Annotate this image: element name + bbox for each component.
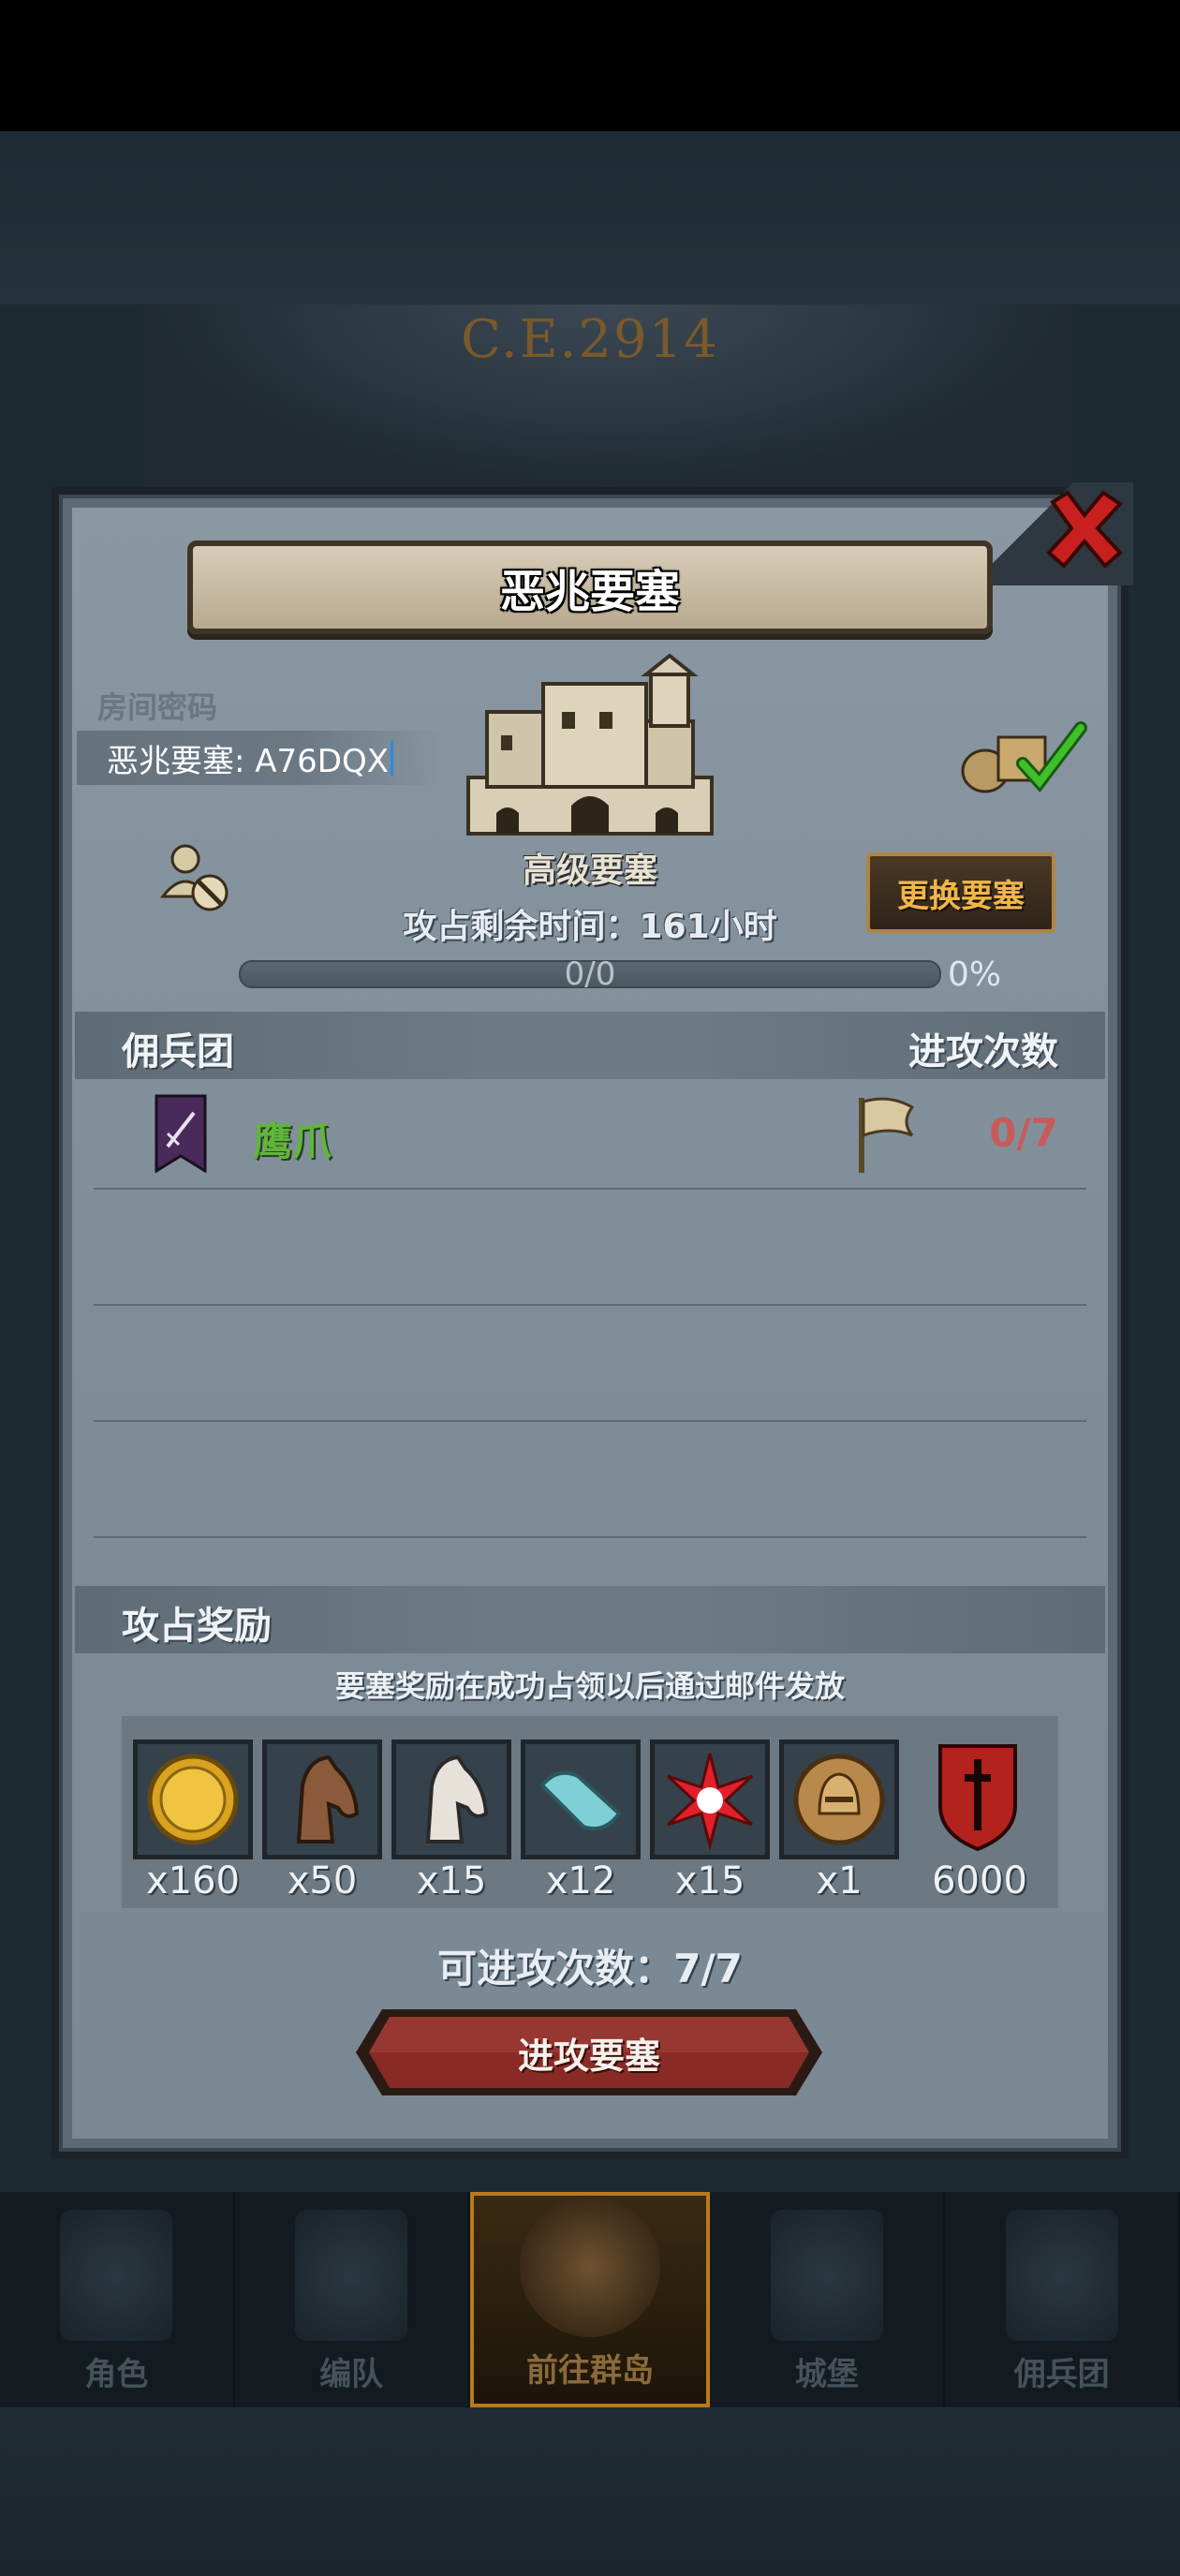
rewards-header: 攻占奖励 bbox=[122, 1605, 272, 1648]
reward-qty: x160 bbox=[145, 1859, 241, 1902]
room-password-field[interactable]: 恶兆要塞: A76DQX bbox=[77, 731, 442, 785]
knight-helmet-icon bbox=[793, 1754, 885, 1845]
capture-progress-text: 0/0 bbox=[564, 955, 616, 993]
supply-check-icon bbox=[961, 721, 1087, 793]
nav-label: 佣兵团 bbox=[1013, 2356, 1110, 2393]
sword-banner-icon bbox=[155, 1094, 207, 1173]
reward-qty: x1 bbox=[816, 1859, 863, 1902]
close-button[interactable] bbox=[1041, 485, 1128, 571]
background-top bbox=[0, 131, 1180, 304]
attacks-available: 可进攻次数：7/7 bbox=[437, 1946, 743, 1991]
attack-count-header: 进攻次数 bbox=[908, 1030, 1058, 1073]
reward-slot[interactable] bbox=[391, 1740, 511, 1859]
row-divider bbox=[94, 1536, 1086, 1538]
mercenary-name: 鹰爪 bbox=[253, 1118, 332, 1164]
white-horse-icon bbox=[425, 1754, 489, 1843]
row-divider bbox=[94, 1420, 1086, 1422]
bottom-nav: 角色 编队 前往群岛 城堡 佣兵团 bbox=[0, 2192, 1180, 2407]
nav-item-mercenary[interactable]: 佣兵团 bbox=[945, 2192, 1180, 2407]
reward-slot[interactable] bbox=[262, 1740, 382, 1859]
reward-slot[interactable] bbox=[650, 1740, 770, 1859]
room-password-label: 房间密码 bbox=[97, 689, 218, 725]
compass-icon bbox=[519, 2197, 660, 2337]
nav-label: 角色 bbox=[84, 2356, 149, 2393]
close-icon bbox=[1046, 490, 1124, 569]
era-year: C.E.2914 bbox=[461, 309, 719, 370]
guild-emblem-icon[interactable] bbox=[935, 1740, 1021, 1853]
nav-item-islands[interactable]: 前往群岛 bbox=[469, 2192, 711, 2407]
capture-time-remaining: 攻占剩余时间：161小时 bbox=[403, 908, 777, 946]
nav-item-character[interactable]: 角色 bbox=[0, 2192, 235, 2407]
mercenary-header: 佣兵团 bbox=[122, 1030, 234, 1073]
text-caret bbox=[391, 740, 394, 776]
brown-horse-icon bbox=[296, 1754, 360, 1843]
helmet-icon bbox=[295, 2210, 408, 2341]
dialog-title: 恶兆要塞 bbox=[499, 566, 680, 618]
attack-fortress-label: 进攻要塞 bbox=[517, 2035, 660, 2077]
nav-label: 编队 bbox=[319, 2356, 384, 2393]
attack-fortress-button[interactable]: 进攻要塞 bbox=[354, 2007, 824, 2097]
cloth-bolt-icon bbox=[539, 1770, 622, 1831]
reward-qty: 6000 bbox=[932, 1859, 1027, 1902]
castle-icon bbox=[770, 2210, 883, 2341]
flag-icon bbox=[859, 1097, 915, 1173]
knight-icon bbox=[60, 2210, 173, 2341]
reward-qty: x50 bbox=[287, 1859, 358, 1902]
mercenary-icon bbox=[1005, 2210, 1118, 2341]
nav-item-castle[interactable]: 城堡 bbox=[710, 2192, 946, 2407]
nav-label: 前往群岛 bbox=[525, 2352, 654, 2390]
reward-slot[interactable] bbox=[521, 1740, 641, 1859]
mercenary-attack-count: 0/7 bbox=[989, 1110, 1058, 1156]
reward-slot[interactable] bbox=[133, 1740, 253, 1859]
capture-progress-percent: 0% bbox=[948, 955, 1002, 994]
red-star-icon bbox=[666, 1753, 754, 1851]
row-divider bbox=[94, 1188, 1086, 1190]
reward-qty: x12 bbox=[545, 1859, 616, 1902]
row-divider bbox=[94, 1304, 1086, 1306]
rewards-note: 要塞奖励在成功占领以后通过邮件发放 bbox=[334, 1668, 845, 1704]
nav-label: 城堡 bbox=[794, 2356, 859, 2393]
gold-coin-icon bbox=[147, 1754, 239, 1845]
status-bar bbox=[0, 0, 1180, 131]
reward-qty: x15 bbox=[674, 1859, 745, 1902]
fortress-level: 高级要塞 bbox=[522, 851, 657, 890]
reward-qty: x15 bbox=[416, 1859, 487, 1902]
reward-slot[interactable] bbox=[779, 1740, 899, 1859]
nav-item-formation[interactable]: 编队 bbox=[235, 2192, 470, 2407]
title-plate: 恶兆要塞 bbox=[187, 540, 993, 634]
room-password-value: 恶兆要塞: A76DQX bbox=[107, 742, 390, 780]
castle-icon bbox=[466, 653, 714, 836]
